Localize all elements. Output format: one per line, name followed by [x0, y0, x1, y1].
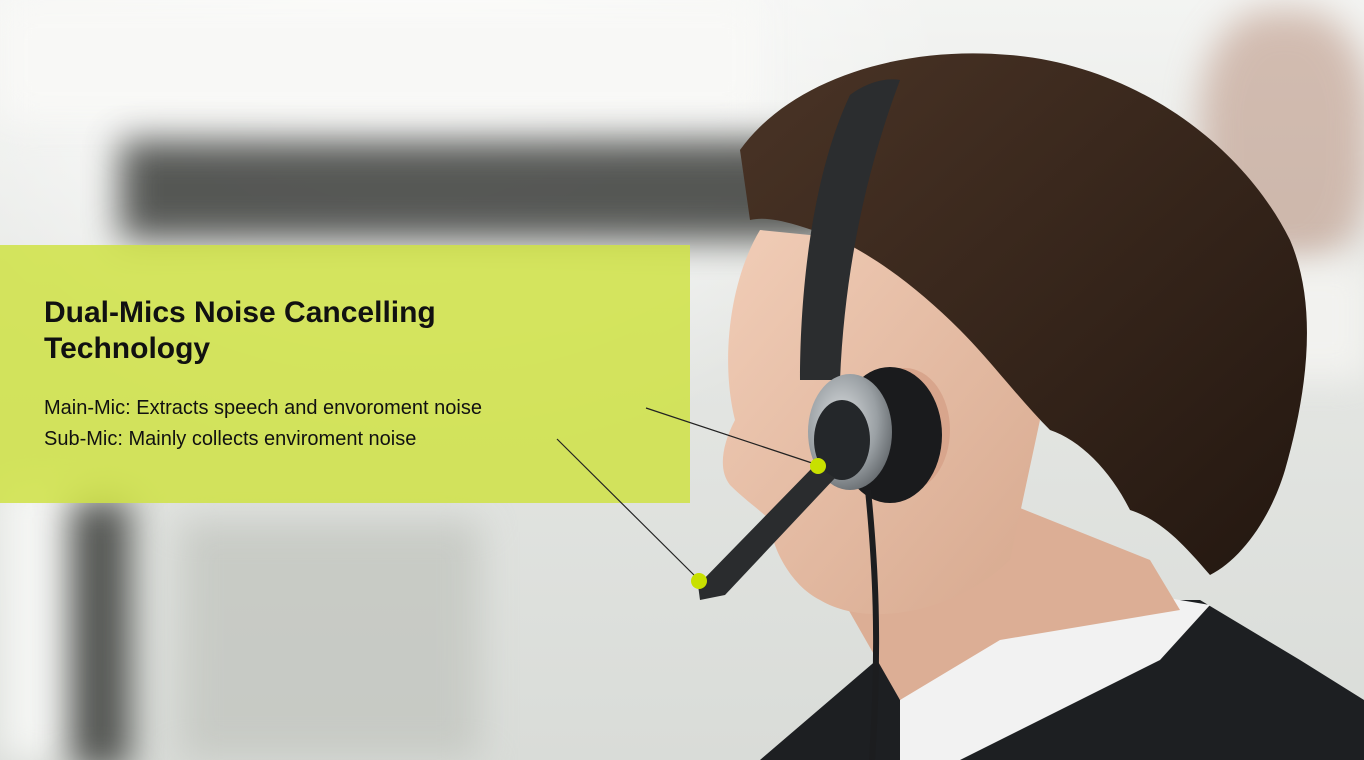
feature-banner: Dual-Mics Noise Cancelling Technology Ma… — [0, 0, 1364, 760]
sub-mic-description: Sub-Mic: Mainly collects enviroment nois… — [44, 428, 417, 450]
main-mic-description: Main-Mic: Extracts speech and envoroment… — [44, 397, 482, 419]
feature-title: Dual-Mics Noise Cancelling Technology — [44, 296, 436, 365]
feature-overlay-panel — [0, 245, 690, 503]
